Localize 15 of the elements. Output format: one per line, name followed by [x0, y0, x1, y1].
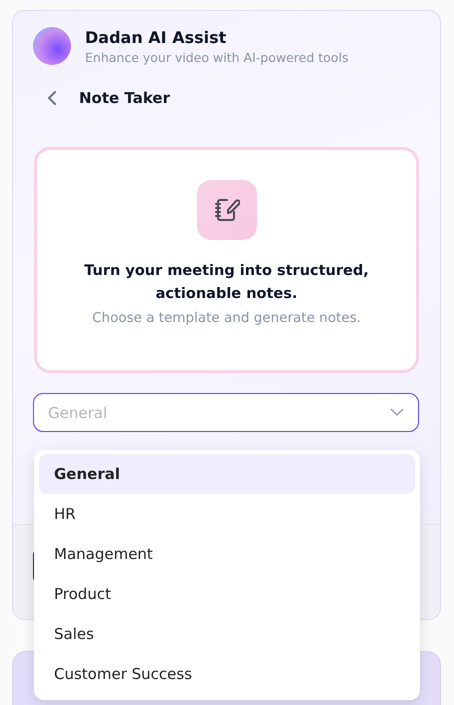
logo-icon: [33, 27, 71, 65]
app-subtitle: Enhance your video with AI-powered tools: [85, 50, 348, 64]
notebook-icon: [196, 180, 256, 240]
page-title: Note Taker: [79, 89, 170, 107]
back-button[interactable]: [47, 90, 57, 106]
chevron-down-icon: [390, 408, 404, 417]
menu-option[interactable]: Sales: [39, 614, 415, 654]
menu-option[interactable]: Management: [39, 534, 415, 574]
menu-option[interactable]: HR: [39, 494, 415, 534]
menu-option[interactable]: Customer Success: [39, 654, 415, 694]
intro-text: Choose a template and generate notes.: [92, 310, 361, 326]
intro-heading: Turn your meeting into structured, actionable notes.: [83, 262, 370, 304]
menu-option[interactable]: Product: [39, 574, 415, 614]
menu-option[interactable]: General: [39, 454, 415, 494]
app-title: Dadan AI Assist: [85, 28, 228, 46]
